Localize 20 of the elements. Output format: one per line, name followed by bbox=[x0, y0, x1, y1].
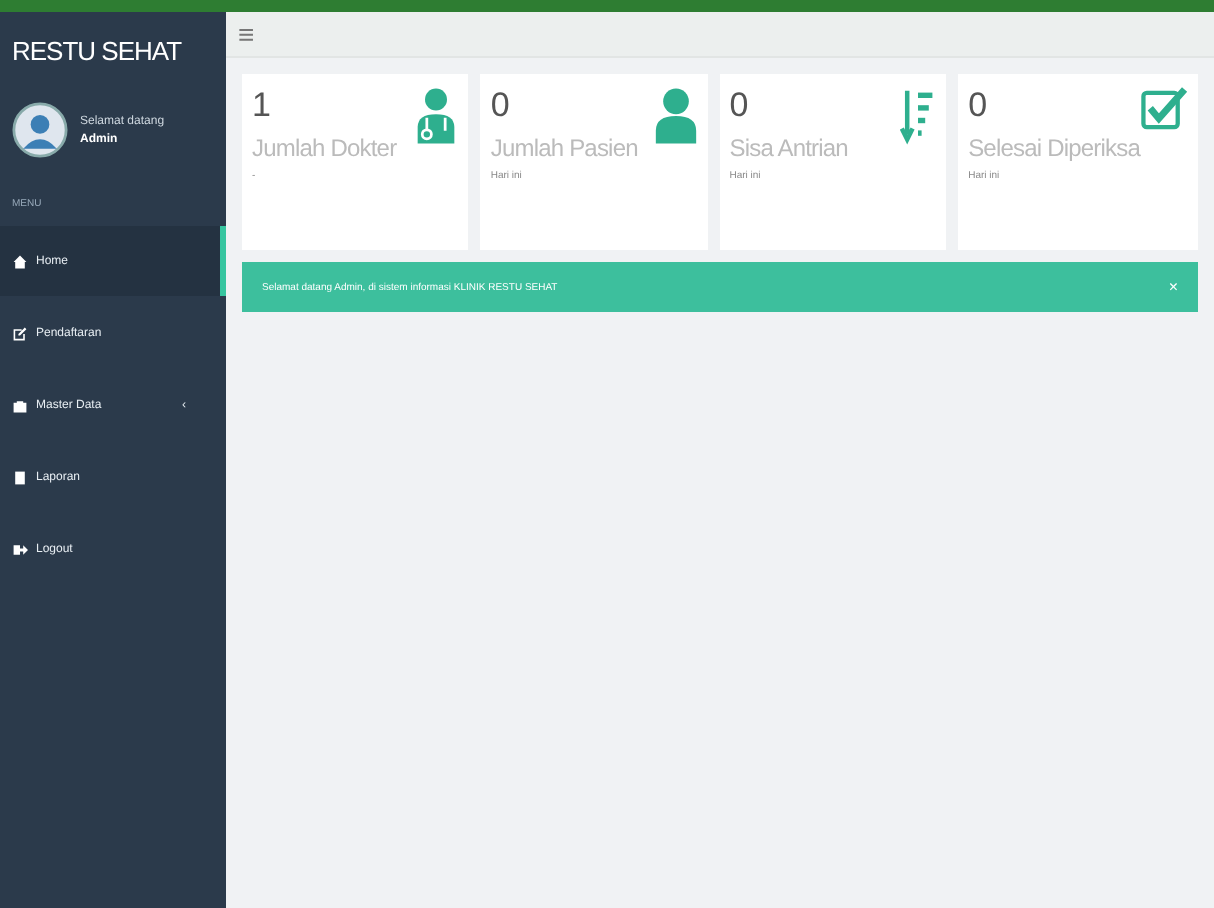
user-icon bbox=[653, 86, 698, 146]
stat-value: 0 bbox=[729, 86, 751, 126]
checkbox-checked-icon bbox=[1140, 86, 1188, 134]
sign-out-icon bbox=[12, 541, 28, 557]
book-icon bbox=[12, 469, 28, 485]
briefcase-icon bbox=[12, 397, 28, 413]
home-icon bbox=[12, 253, 28, 269]
doctor-icon bbox=[414, 86, 459, 146]
stat-label: Selesai Diperiksa bbox=[968, 134, 1140, 162]
brand-title: RESTU SEHAT bbox=[10, 34, 184, 70]
stat-label: Jumlah Dokter bbox=[252, 134, 397, 162]
avatar-icon bbox=[12, 102, 68, 158]
edit-icon bbox=[12, 325, 28, 341]
menu-toggle-button[interactable]: ≡ bbox=[238, 20, 255, 48]
sort-descending-icon bbox=[900, 86, 937, 146]
stat-value: 0 bbox=[490, 86, 512, 126]
stat-value: 1 bbox=[252, 86, 273, 126]
stat-label: Jumlah Pasien bbox=[490, 134, 638, 162]
stat-value: 0 bbox=[968, 86, 990, 126]
stat-label: Sisa Antrian bbox=[729, 134, 848, 162]
